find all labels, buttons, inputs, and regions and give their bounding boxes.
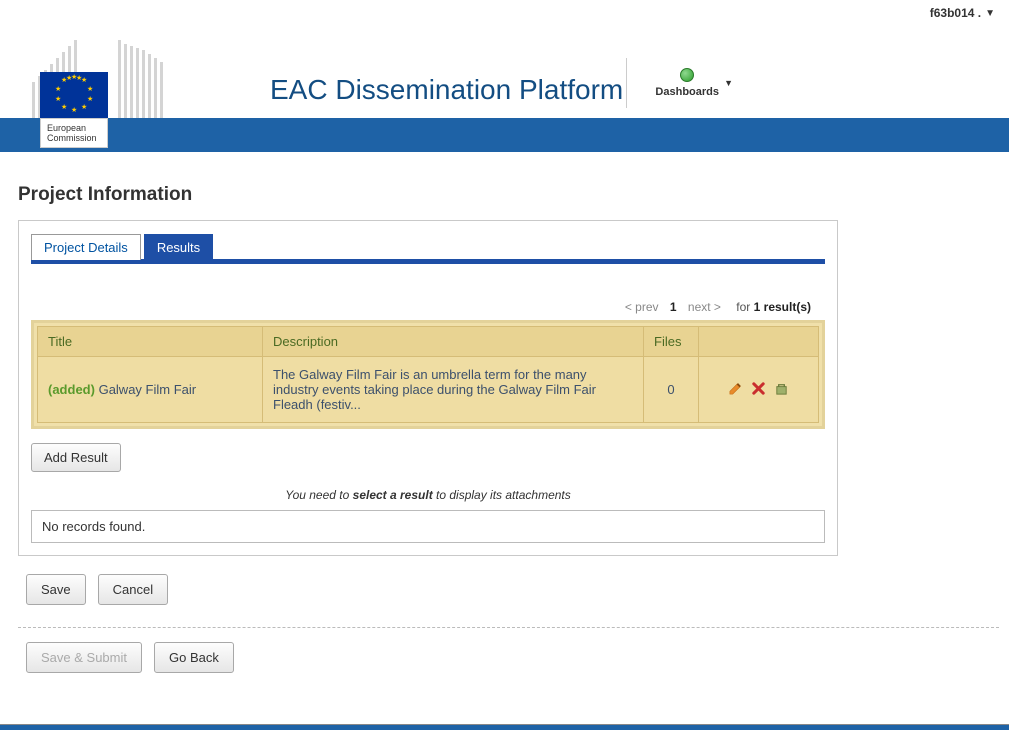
col-description[interactable]: Description xyxy=(263,327,644,357)
tab-results[interactable]: Results xyxy=(144,234,213,260)
eu-flag-icon: ★ ★ ★ ★ ★ ★ ★ ★ ★ ★ ★ ★ xyxy=(40,72,108,118)
tab-project-details[interactable]: Project Details xyxy=(31,234,141,260)
nav-band xyxy=(0,118,1009,152)
no-records-message: No records found. xyxy=(31,510,825,543)
cell-description: The Galway Film Fair is an umbrella term… xyxy=(263,357,644,423)
cancel-button[interactable]: Cancel xyxy=(98,574,168,605)
go-back-button[interactable]: Go Back xyxy=(154,642,234,673)
page-title: Project Information xyxy=(18,184,999,206)
platform-title: EAC Dissemination Platform xyxy=(270,74,623,106)
dashboards-menu[interactable]: Dashboards ▼ xyxy=(626,58,719,108)
chevron-down-icon: ▼ xyxy=(985,8,995,19)
user-menu-label: f63b014 . xyxy=(930,6,981,20)
cell-title: (added) Galway Film Fair xyxy=(38,357,263,423)
chevron-down-icon: ▼ xyxy=(724,78,733,88)
globe-icon xyxy=(680,68,694,82)
footer-bar xyxy=(0,724,1009,730)
tab-bar: Project Details Results xyxy=(31,233,825,264)
attachments-hint: You need to select a result to display i… xyxy=(31,488,825,502)
ec-logo-label: European Commission xyxy=(40,118,108,148)
col-title[interactable]: Title xyxy=(38,327,263,357)
attachment-icon[interactable] xyxy=(774,381,789,399)
user-menu[interactable]: f63b014 . ▼ xyxy=(930,6,995,20)
pager: < prev 1 next > for 1 result(s) xyxy=(37,300,819,314)
table-row[interactable]: (added) Galway Film Fair The Galway Film… xyxy=(38,357,819,423)
pager-summary: for 1 result(s) xyxy=(736,300,811,314)
results-table: Title Description Files (added) Galway F… xyxy=(31,320,825,429)
status-tag-added: (added) xyxy=(48,382,95,397)
save-button[interactable]: Save xyxy=(26,574,86,605)
pager-next[interactable]: next > xyxy=(688,300,721,314)
pager-prev[interactable]: < prev xyxy=(625,300,659,314)
save-submit-button: Save & Submit xyxy=(26,642,142,673)
cell-actions xyxy=(699,357,819,423)
col-files[interactable]: Files xyxy=(644,327,699,357)
dashboards-label: Dashboards xyxy=(655,86,719,98)
col-actions xyxy=(699,327,819,357)
add-result-button[interactable]: Add Result xyxy=(31,443,121,472)
header: ★ ★ ★ ★ ★ ★ ★ ★ ★ ★ ★ ★ European Commiss… xyxy=(0,22,1009,118)
edit-icon[interactable] xyxy=(728,381,743,399)
delete-icon[interactable] xyxy=(751,381,766,399)
project-panel: Project Details Results < prev 1 next > … xyxy=(18,220,838,556)
ec-logo: ★ ★ ★ ★ ★ ★ ★ ★ ★ ★ ★ ★ European Commiss… xyxy=(30,32,140,118)
cell-files: 0 xyxy=(644,357,699,423)
pager-current: 1 xyxy=(670,300,677,314)
section-divider xyxy=(18,627,999,628)
